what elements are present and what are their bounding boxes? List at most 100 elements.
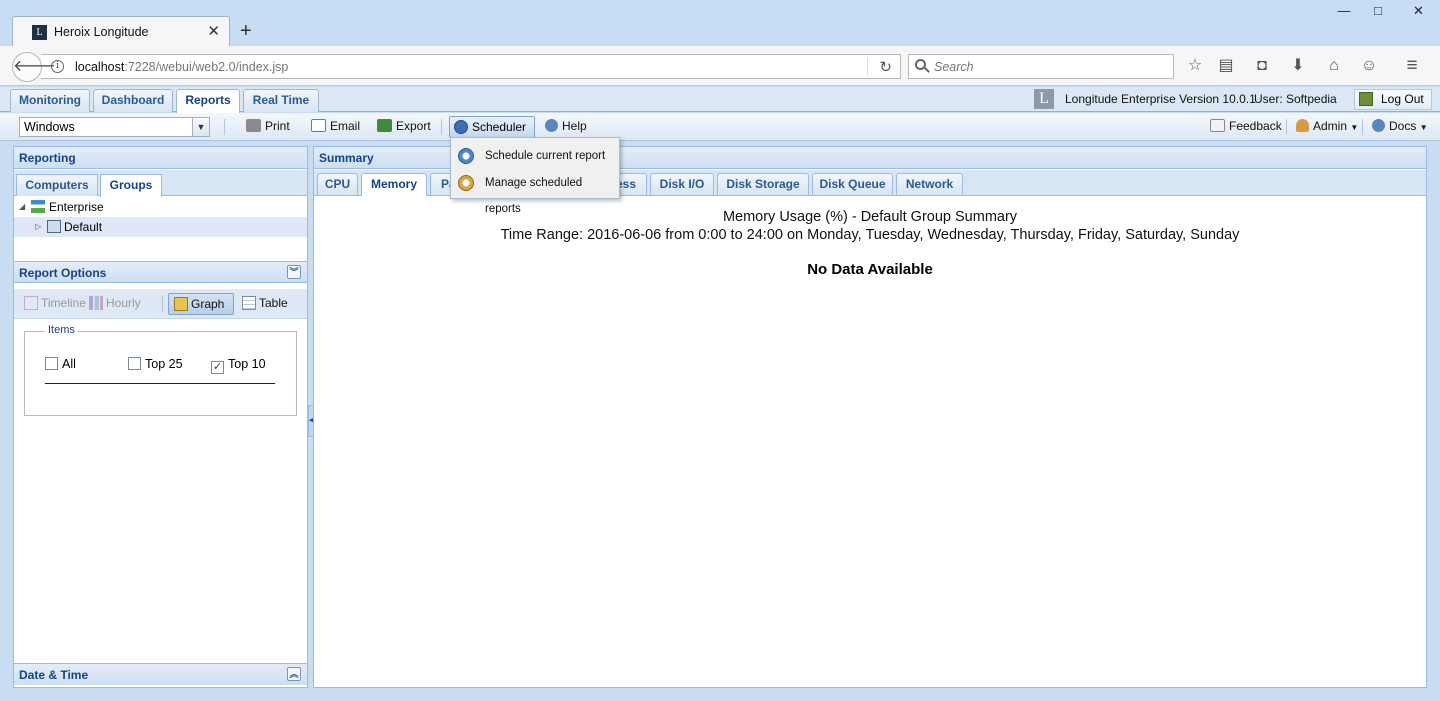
maximize-button[interactable]: □ [1361,0,1395,24]
report-options-header: Report Options ︾ [14,261,307,283]
feedback-button[interactable]: Feedback [1210,117,1282,137]
tree-expanded-icon[interactable]: ◢ [19,197,25,217]
admin-label: Admin [1313,119,1348,133]
caret-down-icon: ▼ [1419,123,1428,132]
tab-disk-io[interactable]: Disk I/O [650,173,714,195]
new-tab-icon[interactable]: + [240,20,252,43]
tab-real-time[interactable]: Real Time [243,89,319,112]
checkbox-all[interactable]: All [45,356,76,372]
timeline-chart-icon [24,296,38,310]
hourly-button: Hourly [84,293,141,315]
table-grid-icon [242,296,256,310]
close-window-button[interactable]: ✕ [1397,0,1440,24]
scheduler-menu: Schedule current report Manage scheduled… [450,137,620,215]
tab-groups[interactable]: Groups [100,174,162,197]
tab-reports[interactable]: Reports [176,89,240,113]
checkbox-box[interactable] [45,357,58,370]
minimize-button[interactable]: — [1327,0,1361,24]
url-bar[interactable]: i localhost:7228/webui/web2.0/index.jsp … [41,54,901,79]
items-divider [45,383,275,384]
checkbox-top-10[interactable]: ✓ Top 10 [211,356,266,374]
graph-button[interactable]: Graph [168,293,234,315]
tab-dashboard[interactable]: Dashboard [93,89,173,112]
report-title: Memory Usage (%) - Default Group Summary [722,209,1018,225]
menu-item-manage-scheduled-reports[interactable]: Manage scheduled reports [452,170,618,215]
platform-select-value: Windows [24,120,75,134]
help-label: Help [562,119,587,133]
tab-monitoring[interactable]: Monitoring [10,89,90,112]
docs-menu-button[interactable]: Docs ▼ [1372,117,1428,137]
admin-menu-button[interactable]: Admin ▼ [1296,117,1358,137]
expand-double-chevron-icon[interactable]: ︽ [287,667,301,681]
home-icon[interactable]: ⌂ [1323,56,1345,76]
smiley-icon[interactable]: ☺ [1358,56,1380,76]
tree-node-default[interactable]: ▷ Default [14,217,307,237]
browser-tab[interactable]: L Heroix Longitude ✕ [12,16,230,47]
items-fieldset: Items All Top 25 ✓ Top 10 [24,324,297,416]
table-button[interactable]: Table [237,293,288,315]
tab-network[interactable]: Network [896,173,963,195]
platform-select[interactable]: Windows ▼ [19,117,210,137]
checkbox-top-25[interactable]: Top 25 [128,356,183,372]
reading-list-icon[interactable]: ▤ [1215,56,1237,76]
menu-icon[interactable]: ≡ [1401,56,1423,76]
feedback-label: Feedback [1229,119,1282,133]
chevron-down-icon[interactable]: ▼ [192,118,209,136]
hourly-bar-chart-icon [89,296,103,310]
tree-collapsed-icon[interactable]: ▷ [35,217,41,237]
checkbox-checked[interactable]: ✓ [211,361,224,374]
tab-computers[interactable]: Computers [16,174,98,196]
feedback-icon [1210,119,1225,132]
menu-item-label: Schedule current report [485,150,606,162]
download-icon[interactable]: ⬇ [1287,56,1309,76]
logout-label: Log Out [1381,92,1424,106]
menu-item-schedule-current-report[interactable]: Schedule current report [452,143,618,169]
search-placeholder: Search [934,60,974,74]
schedule-clock-icon [458,148,474,164]
envelope-icon [311,119,326,132]
toolbar-separator [1362,119,1363,135]
longitude-favicon-icon: L [32,25,47,40]
tab-memory[interactable]: Memory [361,173,427,196]
reload-icon[interactable]: ↻ [879,58,892,76]
collapse-double-chevron-icon[interactable]: ︾ [287,265,301,279]
longitude-logo-icon: L [1034,89,1054,109]
toolbar-separator [1286,119,1287,135]
email-label: Email [330,119,361,133]
checkbox-box[interactable] [128,357,141,370]
help-button[interactable]: Help [545,117,587,137]
toolbar-separator [441,119,442,135]
items-legend: Items [45,324,78,336]
help-icon [545,119,558,132]
back-button[interactable]: 🡐 [12,52,56,82]
close-tab-icon[interactable]: ✕ [207,22,220,40]
graph-icon [174,297,188,311]
reporting-panel-header: Reporting [14,147,307,169]
logout-button[interactable]: Log Out [1354,89,1432,110]
browser-titlebar: — □ L Heroix Longitude ✕ + ✕ [0,0,1440,47]
date-time-header[interactable]: Date & Time ︽ [14,663,307,685]
no-data-message: No Data Available [807,261,933,278]
tree-node-label: Enterprise [49,200,104,214]
email-button[interactable]: Email [311,117,360,137]
pocket-icon[interactable]: ◘ [1251,56,1273,76]
toolbar-separator [224,119,225,135]
report-time-range: Time Range: 2016-06-06 from 0:00 to 24:0… [500,227,1240,243]
scheduler-button[interactable]: Scheduler ▼ [449,116,535,153]
report-view-toolbar: Timeline Hourly Graph Table [14,289,307,319]
tab-disk-queue[interactable]: Disk Queue [812,173,893,195]
export-button[interactable]: Export [377,117,431,137]
tab-cpu[interactable]: CPU [317,173,358,195]
bookmark-star-icon[interactable]: ☆ [1184,56,1206,76]
browser-navbar: i localhost:7228/webui/web2.0/index.jsp … [0,46,1440,86]
tree-node-enterprise[interactable]: ◢ Enterprise [14,197,307,217]
excel-export-icon [377,119,392,132]
tab-disk-storage[interactable]: Disk Storage [717,173,809,195]
computer-group-icon [47,220,61,233]
export-label: Export [396,119,431,133]
report-options-title: Report Options [19,266,107,280]
search-input[interactable]: Search [908,54,1174,79]
print-button[interactable]: Print [246,117,290,137]
caret-down-icon: ▼ [1350,123,1359,132]
url-text[interactable]: localhost:7228/webui/web2.0/index.jsp [75,60,288,74]
